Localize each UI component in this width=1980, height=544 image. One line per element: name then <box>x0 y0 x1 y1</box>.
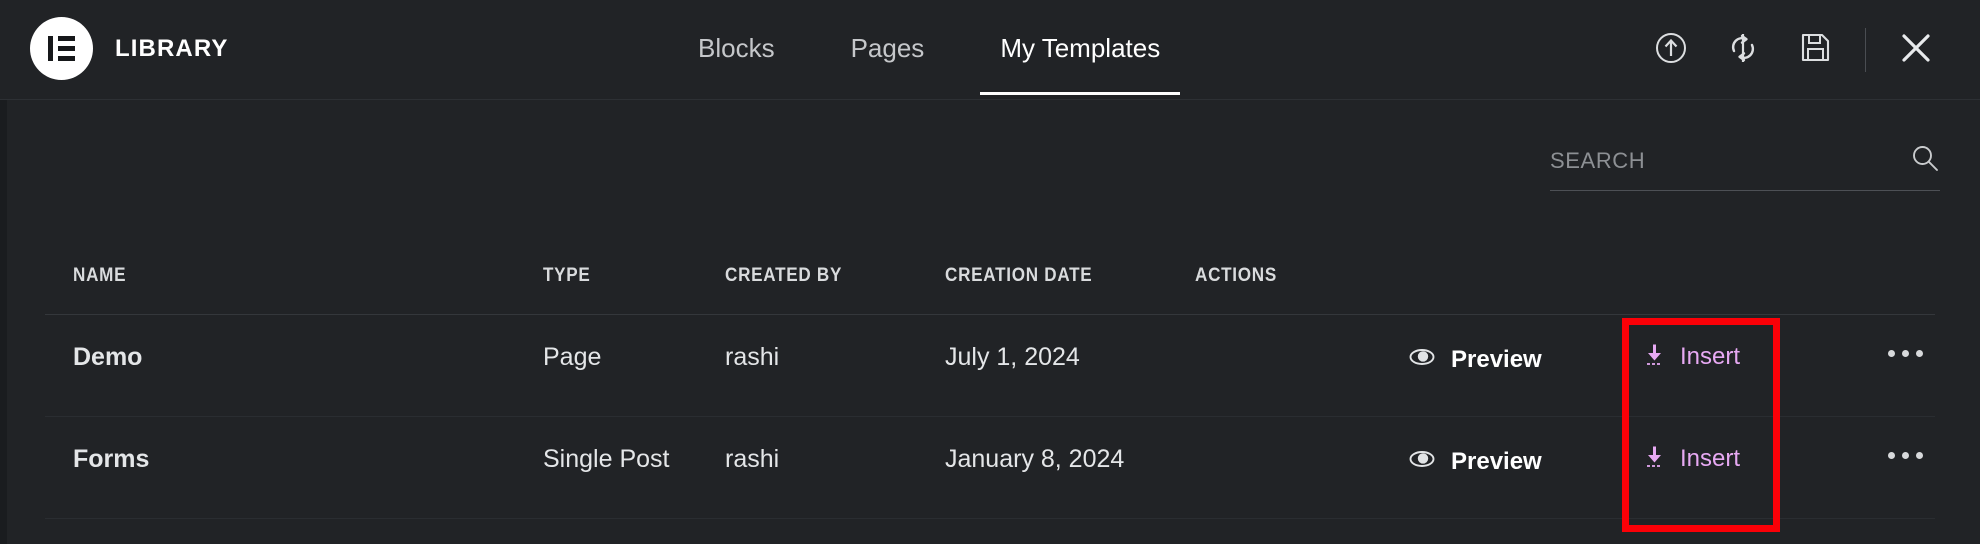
tab-pages[interactable]: Pages <box>813 0 963 100</box>
more-dot-icon <box>1916 350 1923 357</box>
save-button[interactable] <box>1779 0 1851 100</box>
tab-bar: Blocks Pages My Templates <box>660 0 1198 100</box>
insert-button[interactable]: Insert <box>1643 445 1740 473</box>
tab-my-templates[interactable]: My Templates <box>962 0 1198 100</box>
more-dot-icon <box>1888 452 1895 459</box>
preview-button[interactable]: Preview <box>1408 343 1542 376</box>
column-header-created-by: CREATED BY <box>725 265 843 286</box>
sync-icon <box>1726 31 1760 70</box>
download-icon <box>1643 343 1666 371</box>
preview-label: Preview <box>1451 345 1542 373</box>
eye-icon <box>1408 445 1436 478</box>
import-templates-button[interactable] <box>1635 0 1707 100</box>
header-divider <box>1865 28 1866 72</box>
cell-name: Forms <box>73 445 150 473</box>
upload-circle-icon <box>1654 31 1688 70</box>
column-header-creation-date: CREATION DATE <box>945 265 1093 286</box>
close-button[interactable] <box>1880 0 1952 100</box>
brand: LIBRARY <box>30 17 228 80</box>
header-actions <box>1635 0 1952 100</box>
more-dot-icon <box>1902 452 1909 459</box>
search-row <box>1550 143 1940 191</box>
download-icon <box>1643 445 1666 473</box>
column-header-name: NAME <box>73 265 127 286</box>
search-icon[interactable] <box>1910 143 1940 178</box>
cell-name: Demo <box>73 343 143 371</box>
cell-type: Page <box>543 343 602 371</box>
floppy-save-icon <box>1800 32 1831 68</box>
more-dot-icon <box>1916 452 1923 459</box>
insert-label: Insert <box>1680 445 1741 472</box>
cell-created-by: rashi <box>725 445 780 473</box>
search-input[interactable] <box>1550 147 1870 174</box>
cell-creation-date: January 8, 2024 <box>945 445 1125 473</box>
modal-header: LIBRARY Blocks Pages My Templates <box>0 0 1980 100</box>
more-dot-icon <box>1888 350 1895 357</box>
cell-type: Single Post <box>543 445 670 473</box>
cell-creation-date: July 1, 2024 <box>945 343 1080 371</box>
table-row[interactable]: Demo Page rashi July 1, 2024 Preview Ins… <box>45 315 1935 417</box>
column-header-actions: ACTIONS <box>1195 265 1277 286</box>
more-actions-button[interactable] <box>1888 452 1923 459</box>
sync-library-button[interactable] <box>1707 0 1779 100</box>
preview-button[interactable]: Preview <box>1408 445 1542 478</box>
elementor-logo-icon <box>30 17 93 80</box>
table-header-row: NAME TYPE CREATED BY CREATION DATE ACTIO… <box>45 265 1935 315</box>
close-icon <box>1899 31 1933 70</box>
column-header-type: TYPE <box>543 265 591 286</box>
search-bar <box>1550 143 1940 191</box>
tab-blocks[interactable]: Blocks <box>660 0 813 100</box>
insert-button[interactable]: Insert <box>1643 343 1740 371</box>
insert-label: Insert <box>1680 343 1741 370</box>
eye-icon <box>1408 343 1436 376</box>
page-title: LIBRARY <box>115 34 229 62</box>
more-dot-icon <box>1902 350 1909 357</box>
table-row[interactable]: Forms Single Post rashi January 8, 2024 … <box>45 417 1935 519</box>
preview-label: Preview <box>1451 447 1542 475</box>
more-actions-button[interactable] <box>1888 350 1923 357</box>
library-modal: LIBRARY Blocks Pages My Templates SEARCH… <box>0 0 1980 544</box>
cell-created-by: rashi <box>725 343 780 371</box>
